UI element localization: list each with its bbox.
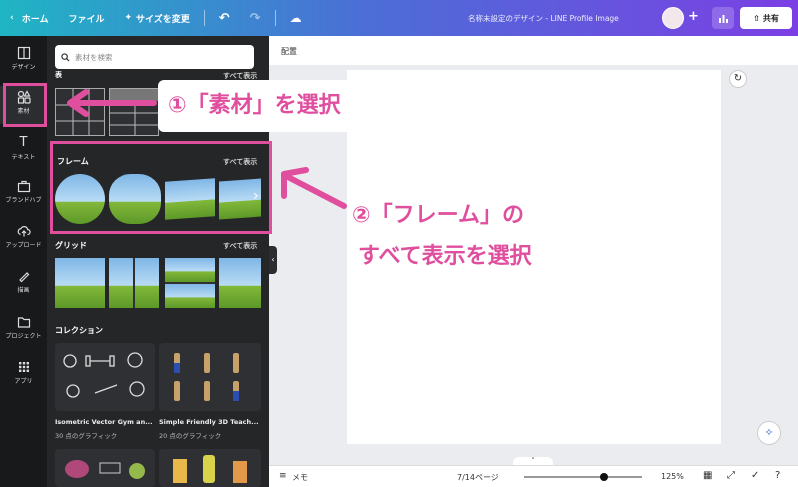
search-input[interactable]: 素材を検索 [55,45,254,69]
rail-label: アプリ [14,378,33,385]
file-menu-button[interactable]: ファイル [58,0,114,36]
grids-see-all[interactable]: すべて表示 [223,241,257,251]
grid-thumbnail[interactable] [219,258,261,308]
resize-button[interactable]: ✦ サイズを変更 [114,0,199,36]
teacher-3d-graphics-icon [174,353,239,401]
document-title[interactable]: 名称未設定のデザイン - LINE Profile Image [468,13,619,24]
collection-thumbnail[interactable] [159,343,261,411]
layout-icon [17,46,30,60]
rail-item-brand-hub[interactable]: ブランドハブ [0,179,47,204]
search-placeholder: 素材を検索 [75,52,113,62]
grid-view-icon[interactable]: ▦ [703,470,712,481]
tables-title: 表 [55,71,62,79]
pen-icon [18,272,29,283]
chevron-left-icon: ‹ [10,13,14,23]
rail-label: ブランドハブ [5,197,42,204]
zoom-slider-thumb[interactable] [600,473,608,481]
sticker-graphics-icon [65,460,145,479]
magic-assistant-button[interactable]: ✧ [757,421,781,445]
arrow-up-left-icon [281,167,347,209]
callout-frames-line2: すべて表示を選択 [358,244,532,269]
undo-icon: ↶ [218,10,230,26]
rail-item-apps[interactable]: アプリ [0,360,47,385]
collection-count: 20 点のグラフィック [159,432,222,440]
rail-item-design[interactable]: デザイン [0,46,47,71]
drink-graphics-icon [173,455,247,483]
grids-title: グリッド [55,241,87,250]
rail-item-uploads[interactable]: アップロード [0,224,47,249]
cloud-upload-icon [17,226,31,237]
add-collaborator-icon[interactable]: + [688,9,699,24]
avatar[interactable] [662,7,684,29]
highlight-elements-rail [3,83,47,127]
collections-title: コレクション [55,326,103,335]
top-bar: ‹ ホーム ファイル ✦ サイズを変更 ↶ ↷ ☁ 名称未設定のデザイン - L… [0,0,798,36]
notes-button[interactable]: メモ [292,472,308,483]
gym-graphics-icon [63,352,145,398]
grid-thumbnail[interactable] [165,258,215,308]
undo-button[interactable]: ↶ [209,0,240,36]
folder-icon [17,317,30,328]
share-label: 共有 [762,13,779,23]
bottom-bar: ≡ メモ 7/14ページ 125% ▦ ⤢ ✓ ? [269,465,798,487]
cloud-save-button[interactable]: ☁ [280,0,312,36]
briefcase-icon [17,180,30,193]
page-indicator[interactable]: 7/14ページ [457,472,499,483]
collection-name[interactable]: Simple Friendly 3D Teach... [159,418,259,426]
rail-label: 描画 [17,287,30,294]
collection-thumbnail[interactable] [159,449,261,487]
collection-thumbnail[interactable] [55,449,155,487]
sparkle-icon: ✦ [124,13,133,23]
upload-icon: ⇧ [753,13,760,23]
divider [203,10,205,26]
callout-frames-line1: ②「フレーム」の [352,203,524,228]
bar-chart-icon [718,14,728,23]
position-button[interactable]: 配置 [281,47,297,56]
zoom-level[interactable]: 125% [661,472,684,481]
insights-button[interactable] [712,7,734,29]
arrow-left-icon [67,89,157,117]
collection-name[interactable]: Isometric Vector Gym an... [55,418,153,426]
rail-item-projects[interactable]: プロジェクト [0,315,47,340]
resize-label: サイズを変更 [136,14,190,25]
rail-item-text[interactable]: T テキスト [0,135,47,162]
redo-icon: ↷ [249,10,261,26]
refresh-canvas-button[interactable]: ↻ [729,70,747,88]
cloud-icon: ☁ [289,11,302,25]
search-icon [61,52,70,62]
apps-grid-icon [18,362,29,372]
collapse-panel-handle[interactable]: ‹ [269,246,277,274]
rail-label: デザイン [11,64,36,71]
rail-label: テキスト [11,154,36,161]
redo-button[interactable]: ↷ [240,0,271,36]
check-icon[interactable]: ✓ [751,470,759,481]
grid-thumbnail[interactable] [109,258,159,308]
rail-item-draw[interactable]: 描画 [0,269,47,294]
editor-toolbar: 配置 [269,36,798,65]
grid-thumbnail[interactable] [55,258,105,308]
home-label: ホーム [21,14,49,25]
zoom-slider[interactable] [524,473,642,481]
collection-count: 30 点のグラフィック [55,432,118,440]
help-icon[interactable]: ? [775,470,780,481]
highlight-frames-section [50,141,272,234]
home-button[interactable]: ‹ ホーム [0,0,58,36]
divider [274,10,276,26]
rail-label: プロジェクト [5,333,42,340]
share-button[interactable]: ⇧ 共有 [740,7,792,29]
rail-label: アップロード [5,242,42,249]
callout-select-elements: ①「素材」を選択 [158,80,430,132]
text-icon: T [19,135,28,150]
callout-text: ①「素材」を選択 [168,93,341,118]
fullscreen-icon[interactable]: ⤢ [727,470,735,481]
notes-icon[interactable]: ≡ [279,471,287,481]
collection-thumbnail[interactable] [55,343,155,411]
